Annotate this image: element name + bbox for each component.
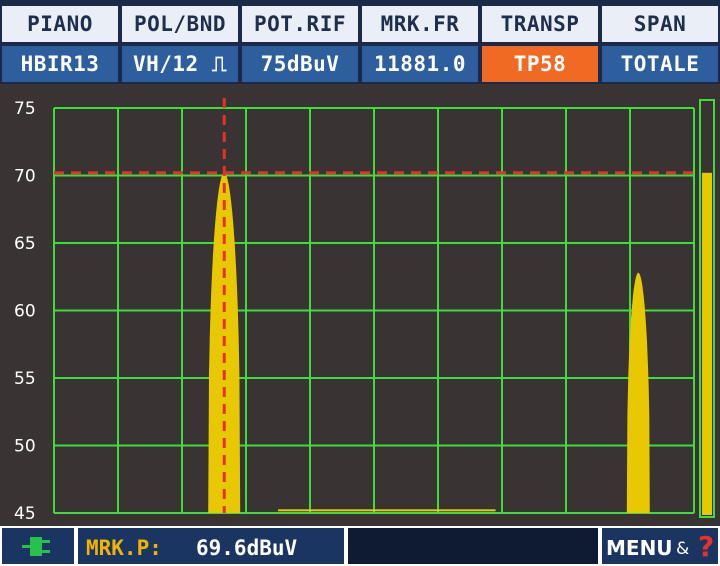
header-label: TRANSP [500,12,580,36]
header-piano[interactable]: PIANO [0,4,120,44]
value-text: 11881.0 [373,52,466,76]
header-label: POT.RIF [253,12,346,36]
status-bar: MRK.P: 69.6dBuV MENU & ? [0,526,720,566]
value-transp[interactable]: TP58 [480,44,600,84]
y-tick-label: 55 [14,369,36,389]
level-bar [699,99,715,518]
header-span[interactable]: SPAN [600,4,720,44]
y-tick-label: 60 [14,302,36,322]
header-label: SPAN [633,12,687,36]
marker-label: MRK.P: [86,536,162,560]
plug-icon [22,537,50,556]
grid [53,107,695,514]
noise-floor [278,509,496,512]
value-piano[interactable]: HBIR13 [0,44,120,84]
y-axis-ticks: 75 70 65 60 55 50 45 [14,99,36,524]
marker-value: 69.6dBuV [196,536,298,560]
status-spacer [346,526,600,566]
header-pot-rif[interactable]: POT.RIF [240,4,360,44]
header-pol-bnd[interactable]: POL/BND [120,4,240,44]
header-label: POL/BND [133,12,226,36]
help-icon: ? [698,530,715,563]
value-pot-rif[interactable]: 75dBuV [240,44,360,84]
menu-label: MENU [606,536,673,560]
y-tick-label: 65 [14,234,36,254]
spectrum-chart[interactable]: 75 70 65 60 55 50 45 [0,84,720,526]
value-mrk-fr[interactable]: 11881.0 [360,44,480,84]
value-text: TP58 [513,52,567,76]
header-label: PIANO [27,12,93,36]
header-mrk-fr[interactable]: MRK.FR [360,4,480,44]
spectrum-trace [208,172,650,514]
header-transp[interactable]: TRANSP [480,4,600,44]
y-tick-label: 45 [14,504,36,524]
menu-help-button[interactable]: MENU & ? [600,526,720,566]
value-text: HBIR13 [20,52,100,76]
y-tick-label: 70 [14,167,36,187]
y-tick-label: 50 [14,437,36,457]
header-label: MRK.FR [380,12,460,36]
level-bar-fill [702,172,712,516]
y-tick-label: 75 [14,99,36,119]
value-text: 75dBuV [260,52,340,76]
marker-readout: MRK.P: 69.6dBuV [76,526,346,566]
amp-label: & [676,539,690,559]
value-span[interactable]: TOTALE [600,44,720,84]
plug-button[interactable] [0,526,76,566]
top-bar: PIANO POL/BND POT.RIF MRK.FR TRANSP SPAN… [0,0,720,84]
value-pol-bnd[interactable]: VH/12 ⎍ [120,44,240,84]
value-text: TOTALE [620,52,700,76]
value-text: VH/12 ⎍ [132,51,228,76]
